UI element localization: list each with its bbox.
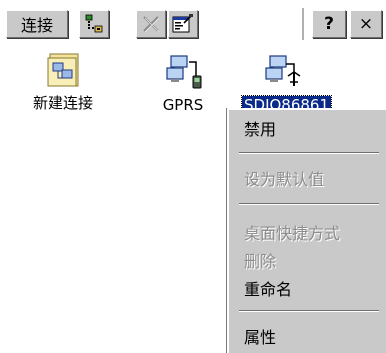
menu-separator [239, 310, 379, 312]
connection-item-gprs[interactable]: GPRS [138, 52, 228, 115]
menu-item-desktop-shortcut[interactable]: 桌面快捷方式 [244, 220, 340, 244]
connection-item-sdio[interactable]: SDIO86861 [240, 52, 333, 116]
connect-button[interactable]: 连接 [6, 10, 68, 38]
new-connection-icon [47, 53, 79, 87]
help-button[interactable]: ? [312, 10, 346, 38]
connection-label: 新建连接 [32, 94, 93, 112]
connection-label: GPRS [162, 96, 204, 114]
menu-item-set-default[interactable]: 设为默认值 [244, 166, 324, 190]
properties-button[interactable] [168, 10, 198, 38]
properties-icon [172, 14, 193, 33]
context-menu: 禁用 设为默认值 桌面快捷方式 删除 重命名 属性 [227, 108, 386, 353]
delete-button[interactable] [136, 10, 166, 38]
delete-x-icon [143, 16, 160, 33]
menu-separator [239, 152, 379, 154]
wireless-network-icon [265, 55, 301, 86]
menu-item-delete[interactable]: 删除 [244, 248, 276, 272]
toolbar-separator [302, 8, 304, 40]
menu-item-rename[interactable]: 重命名 [244, 276, 292, 300]
close-button[interactable]: × [350, 10, 382, 38]
menu-item-disable[interactable]: 禁用 [244, 116, 276, 140]
menu-separator [239, 203, 379, 205]
connection-item-new[interactable]: 新建连接 [18, 52, 108, 113]
view-style-button[interactable] [79, 10, 109, 38]
toolbar: 连接 ? × [0, 0, 386, 46]
network-connection-icon [166, 55, 202, 89]
menu-item-properties[interactable]: 属性 [244, 324, 276, 348]
list-view-icon [85, 14, 103, 33]
